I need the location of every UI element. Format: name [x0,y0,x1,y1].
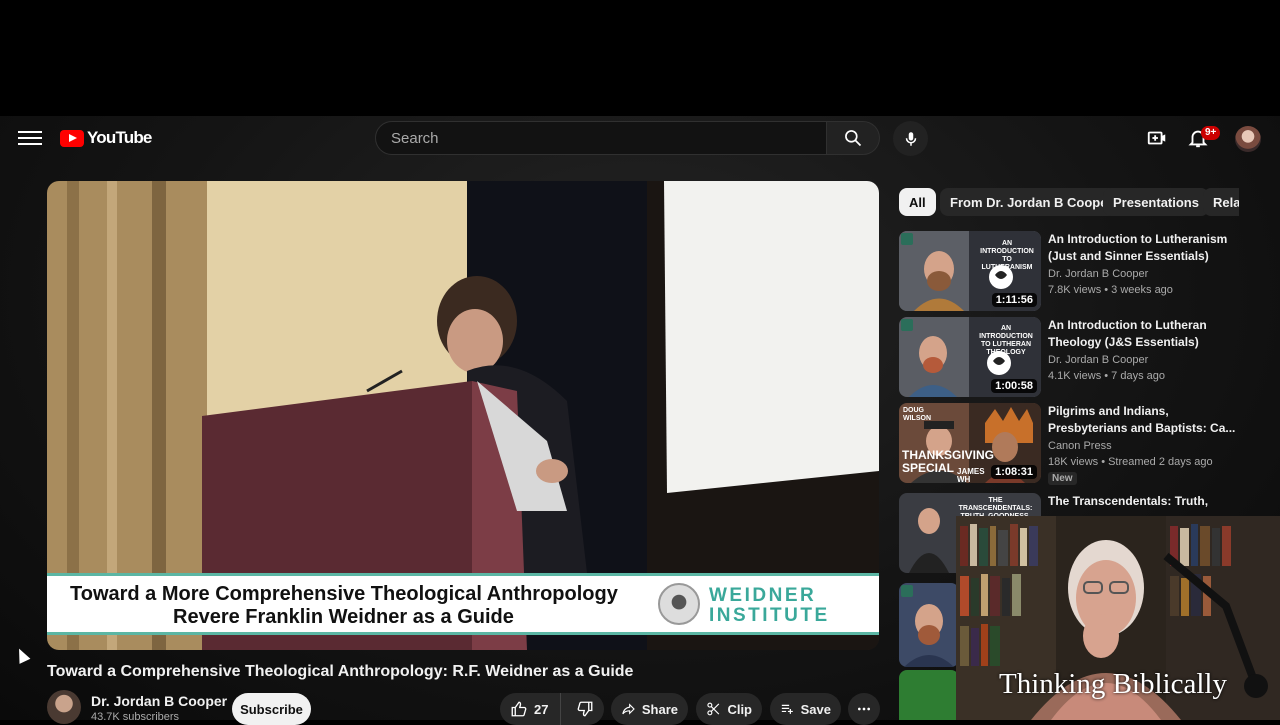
video-thumbnail: DOUG WILSON THANKSGIVING SPECIAL JAMES W… [899,403,1041,483]
institute-line-2: INSTITUTE [709,605,830,626]
more-horizontal-icon [858,707,870,711]
scissors-icon [707,702,720,716]
share-label: Share [641,701,678,717]
recommendation-title: An Introduction to Lutheran Theology (J&… [1048,318,1207,349]
thumbs-down-icon [577,701,593,717]
heart-badge-icon [901,585,913,597]
notification-badge: 9+ [1201,126,1221,140]
video-duration: 1:08:31 [991,465,1037,479]
search-button[interactable] [827,121,880,155]
clip-label: Clip [727,701,752,717]
share-button[interactable]: Share [611,693,688,725]
chip-all[interactable]: All [899,188,936,216]
menu-icon[interactable] [18,128,42,148]
share-icon [622,703,635,715]
weidner-seal-icon [658,583,700,625]
like-button[interactable]: 27 [500,693,561,725]
video-thumbnail: AN INTRODUCTION TO LUTHERAN THEOLOGY 1:0… [899,317,1041,397]
channel-avatar[interactable] [47,690,81,724]
logo-text: YouTube [87,128,152,147]
institute-name: WEIDNER INSTITUTE [709,586,830,626]
video-title-banner: Toward a More Comprehensive Theological … [47,573,879,635]
recommendation-meta: 4.1K views • 7 days ago [1048,370,1165,382]
youtube-logo[interactable]: YouTube [60,128,152,148]
dislike-button[interactable] [567,693,604,725]
video-title: Toward a Comprehensive Theological Anthr… [47,663,634,680]
chip-related[interactable]: Related [1203,188,1239,216]
more-actions-button[interactable] [848,693,880,725]
save-label: Save [800,701,831,717]
playlist-add-icon [781,704,793,714]
video-duration: 1:00:58 [991,379,1037,393]
recommendation-item[interactable]: DOUG WILSON THANKSGIVING SPECIAL JAMES W… [899,403,1239,485]
recommendation-item[interactable]: AN INTRODUCTION TO LUTHERANISM 1:11:56 A… [899,231,1239,311]
search-input[interactable] [389,129,793,148]
channel-name[interactable]: Dr. Jordan B Cooper [91,693,227,709]
thumbs-up-icon [511,701,527,717]
youtube-logo-icon [60,129,84,147]
thumbnail-text: DOUG WILSON [903,407,931,422]
create-button[interactable] [1145,126,1169,150]
save-button[interactable]: Save [770,693,841,725]
chip-presentations[interactable]: Presentations [1103,188,1209,216]
recommendation-meta: 7.8K views • 3 weeks ago [1048,284,1173,296]
mic-icon [905,131,916,146]
new-badge: New [1048,472,1077,485]
video-player[interactable]: Toward a More Comprehensive Theological … [47,181,879,650]
recommendation-title: Pilgrims and Indians, Presbyterians and … [1048,404,1236,435]
recommendation-title: An Introduction to Lutheranism (Just and… [1048,232,1228,263]
clip-button[interactable]: Clip [696,693,762,725]
thumbnail-text: AN INTRODUCTION TO LUTHERANISM [980,240,1034,271]
heart-badge-icon [901,233,913,245]
voice-search-button[interactable] [893,121,928,156]
recommendation-meta: 18K views • Streamed 2 days ago [1048,456,1213,468]
create-icon [1147,131,1166,145]
institute-line-1: WEIDNER [709,585,817,606]
recommendation-channel: Canon Press [1048,440,1112,452]
search-box [375,121,827,155]
video-thumbnail [899,670,959,720]
recommendation-item[interactable]: AN INTRODUCTION TO LUTHERAN THEOLOGY 1:0… [899,317,1239,397]
video-thumbnail: AN INTRODUCTION TO LUTHERANISM 1:11:56 [899,231,1041,311]
video-duration: 1:11:56 [991,293,1037,307]
overlay-caption: Thinking Biblically [999,668,1227,700]
recommendation-channel: Dr. Jordan B Cooper [1048,268,1149,280]
recommendation-title: The Transcendentals: Truth, [1048,494,1209,508]
subscriber-count: 43.7K subscribers [91,711,180,723]
chip-from-channel[interactable]: From Dr. Jordan B Cooper [940,188,1123,216]
like-dislike-group: 27 [500,693,604,725]
thumbnail-text: THANKSGIVING SPECIAL [902,448,995,475]
subscribe-button[interactable]: Subscribe [232,693,311,725]
search-icon [845,130,862,147]
recommendation-channel: Dr. Jordan B Cooper [1048,354,1149,366]
letterbox-top [0,0,1280,116]
filter-chips: All From Dr. Jordan B Cooper Presentatio… [896,180,1239,224]
thumbnail-text: AN INTRODUCTION TO LUTHERAN THEOLOGY [979,325,1033,356]
avatar[interactable] [1235,126,1261,152]
like-count: 27 [534,701,549,717]
heart-badge-icon [901,319,913,331]
banner-line-2: Revere Franklin Weidner as a Guide [173,606,514,628]
video-thumbnail [899,583,959,667]
banner-line-1: Toward a More Comprehensive Theological … [70,583,618,605]
